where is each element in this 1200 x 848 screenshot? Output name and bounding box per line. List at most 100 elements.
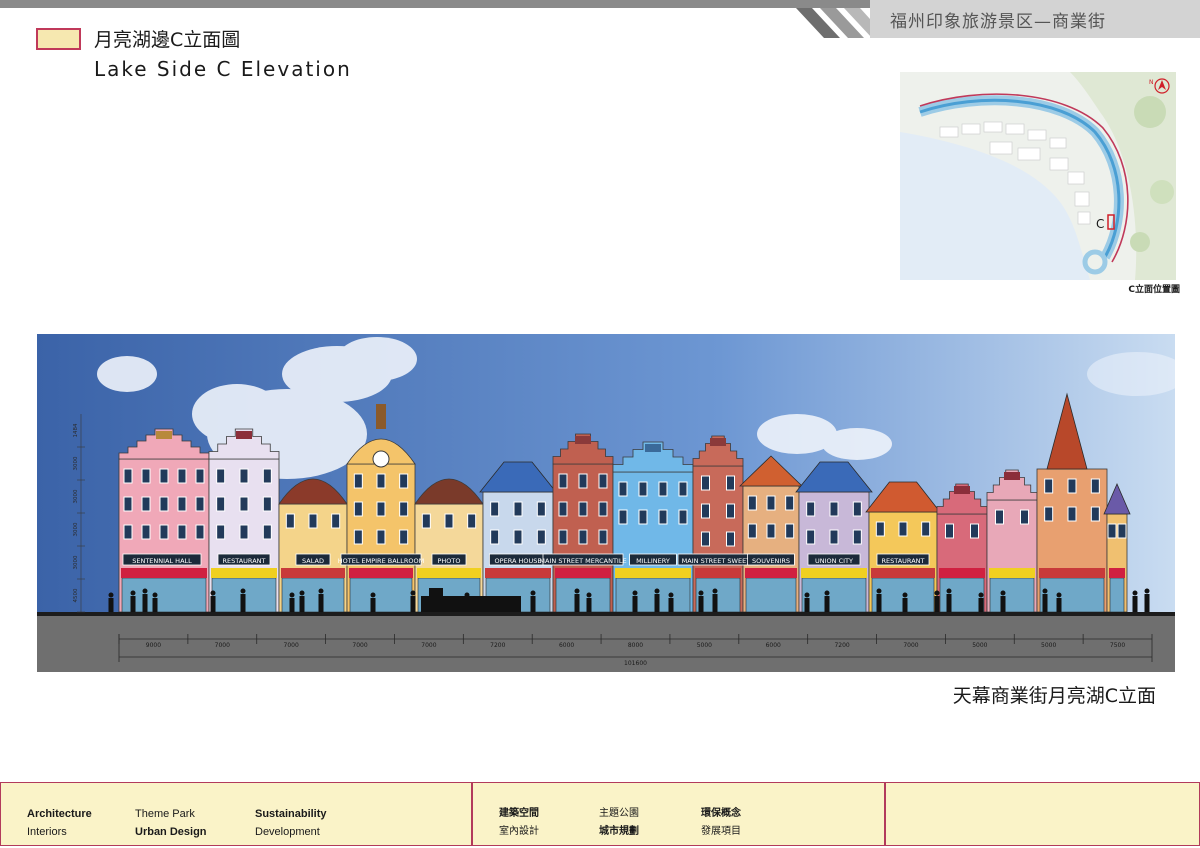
pedestrian — [142, 588, 148, 612]
building — [118, 428, 210, 613]
pedestrian — [1056, 592, 1062, 612]
shop-sign: MAIN STREET SWEETS — [682, 557, 755, 565]
pedestrian — [668, 592, 674, 612]
dimension-label: 7000 — [215, 642, 230, 649]
building — [612, 441, 694, 613]
shop-sign: MILLINERY — [636, 557, 670, 565]
footer-text: 環保概念 — [701, 808, 741, 819]
shop-sign: PHOTO — [437, 557, 460, 565]
dimension-label: 7000 — [903, 642, 918, 649]
dimension-label: 7500 — [1110, 642, 1125, 649]
footer: Architecture Interiors Theme Park Urban … — [0, 782, 1200, 848]
shop-signs: SENTENNIAL HALL RESTAURANT SALAD HOTEL EMPI… — [122, 553, 930, 566]
dimension-label: 6000 — [559, 642, 574, 649]
legend-swatch — [36, 28, 81, 50]
total-dimension-label: 101600 — [624, 660, 647, 667]
header-stripes — [796, 8, 880, 38]
building — [414, 478, 484, 613]
pedestrian — [530, 590, 536, 612]
height-dimension-label: 3000 — [73, 555, 79, 569]
shop-sign: OPERA HOUSE — [495, 557, 542, 565]
dimension-label: 7200 — [490, 642, 505, 649]
pedestrian — [152, 592, 158, 612]
footer-text: Interiors — [27, 826, 67, 838]
footer-text: Development — [255, 826, 320, 838]
dimension-label: 7000 — [352, 642, 367, 649]
pedestrian — [299, 590, 305, 612]
elevation-caption: 天幕商業街月亮湖C立面 — [952, 685, 1156, 707]
height-dimension-label: 3000 — [73, 489, 79, 503]
footer-text: Architecture — [27, 808, 92, 820]
map-marker-label: C — [1096, 217, 1104, 231]
ground — [37, 612, 1175, 672]
pedestrian — [240, 588, 246, 612]
footer-box-zh: 建築空間 室內設計 主題公園 城市規劃 環保概念 發展項目 — [472, 782, 885, 846]
footer-box-blank — [885, 782, 1200, 846]
shop-sign: MAIN STREET MERCANTILE — [539, 557, 626, 565]
footer-box-en: Architecture Interiors Theme Park Urban … — [0, 782, 472, 846]
footer-col-5: 主題公園 城市規劃 — [599, 805, 639, 841]
pedestrian — [946, 588, 952, 612]
dimension-label: 5000 — [972, 642, 987, 649]
building — [278, 478, 348, 613]
page-title-zh: 月亮湖邊C立面圖 — [94, 29, 241, 51]
shop-sign: UNION CITY — [815, 557, 853, 565]
building — [986, 469, 1038, 613]
pedestrian — [108, 592, 114, 612]
shop-sign: HOTEL EMPIRE BALLROOM — [338, 557, 425, 565]
building — [739, 455, 803, 613]
footer-text: 室內設計 — [499, 826, 539, 837]
shop-sign: RESTAURANT — [223, 557, 266, 565]
height-dimension-label: 4500 — [73, 588, 79, 602]
footer-col-1: Architecture Interiors — [27, 805, 92, 841]
height-dimension-label: 1484 — [73, 423, 79, 437]
north-arrow-label: N — [1149, 79, 1154, 86]
height-dimension-label: 3000 — [73, 456, 79, 470]
dimension-label: 5000 — [1041, 642, 1056, 649]
shop-sign: SOUVENIRS — [752, 557, 790, 565]
dimension-label: 8000 — [628, 642, 643, 649]
pedestrian — [370, 592, 376, 612]
dimension-label: 9000 — [146, 642, 161, 649]
pedestrian — [210, 590, 216, 612]
location-map-caption: C立面位置圖 — [1128, 285, 1180, 295]
shop-sign: RESTAURANT — [882, 557, 925, 565]
dimension-label: 6000 — [766, 642, 781, 649]
footer-col-6: 環保概念 發展項目 — [701, 805, 741, 841]
building — [552, 433, 614, 613]
footer-text: 城市規劃 — [599, 826, 639, 837]
dimension-label: 7000 — [284, 642, 299, 649]
pedestrian — [654, 588, 660, 612]
pedestrian — [1132, 590, 1138, 612]
pedestrian — [934, 590, 940, 612]
street-elevation: SENTENNIAL HALL RESTAURANT SALAD HOTEL EMPI… — [37, 334, 1175, 672]
footer-text: Theme Park — [135, 808, 195, 820]
height-dimension-label: 3000 — [73, 522, 79, 536]
street-elevation-drawing: SENTENNIAL HALL RESTAURANT SALAD HOTEL EMPI… — [37, 334, 1175, 672]
shop-sign: SENTENNIAL HALL — [132, 557, 192, 565]
footer-col-3: Sustainability Development — [255, 805, 327, 841]
pedestrian — [1000, 590, 1006, 612]
footer-col-4: 建築空間 室內設計 — [499, 805, 539, 841]
pedestrian — [824, 590, 830, 612]
pedestrian — [289, 592, 295, 612]
dimension-label: 7000 — [421, 642, 436, 649]
curb — [37, 612, 1175, 616]
pedestrian — [586, 592, 592, 612]
pedestrian — [902, 592, 908, 612]
location-map: C N — [900, 72, 1176, 280]
pedestrian — [632, 590, 638, 612]
pedestrian — [574, 588, 580, 612]
pedestrian — [978, 592, 984, 612]
shop-sign: SALAD — [302, 557, 324, 565]
pedestrian — [1042, 588, 1048, 612]
pedestrian — [876, 588, 882, 612]
footer-col-2: Theme Park Urban Design — [135, 805, 207, 841]
footer-text: Sustainability — [255, 808, 327, 820]
footer-text: 主題公園 — [599, 808, 639, 819]
location-map-drawing: C N — [900, 72, 1176, 280]
pedestrian — [130, 590, 136, 612]
footer-text: 發展項目 — [701, 826, 741, 837]
building — [479, 461, 557, 613]
pedestrian — [712, 588, 718, 612]
